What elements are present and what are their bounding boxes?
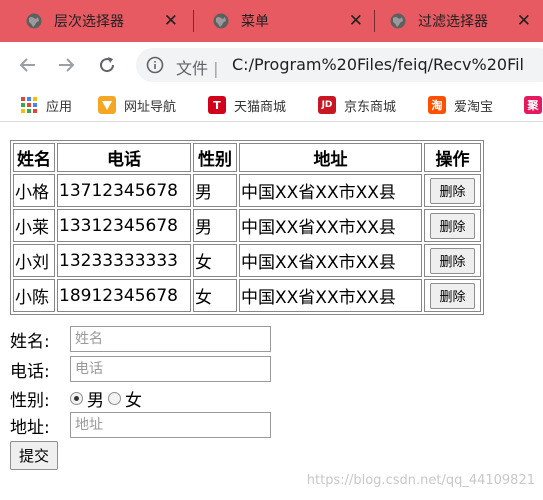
cell-name: 小格 (13, 174, 55, 207)
gender-female-label: 女 (125, 390, 142, 411)
back-button[interactable] (18, 55, 38, 75)
globe-icon (26, 13, 42, 29)
globe-icon (390, 13, 406, 29)
gender-male-radio[interactable] (70, 391, 83, 405)
cell-gender: 男 (193, 174, 237, 207)
form-row-name: 姓名: (10, 326, 271, 352)
cell-phone: 13312345678 (57, 209, 191, 242)
bookmark-label: 应用 (46, 99, 73, 115)
taobao-icon: 淘 (428, 96, 446, 114)
delete-button[interactable]: 删除 (430, 212, 475, 239)
tab-level-selector[interactable]: 层次选择器 ✕ (0, 0, 190, 42)
tmall-icon: T (208, 96, 226, 114)
cell-gender: 女 (193, 244, 237, 277)
table-row: 小陈 18912345678 女 中国XX省XX市XX县 删除 (13, 279, 481, 312)
bookmark-label: 爱淘宝 (454, 99, 494, 115)
cell-action: 删除 (424, 244, 481, 277)
cell-address: 中国XX省XX市XX县 (239, 244, 422, 277)
table-row: 小莱 13312345678 男 中国XX省XX市XX县 删除 (13, 209, 481, 242)
header-action: 操作 (424, 143, 481, 172)
phone-input[interactable] (70, 356, 271, 382)
gender-label: 性别: (10, 390, 50, 411)
reload-button[interactable] (97, 55, 117, 75)
info-icon[interactable] (146, 56, 164, 74)
submit-button[interactable]: 提交 (10, 441, 59, 470)
table-row: 小格 13712345678 男 中国XX省XX市XX县 删除 (13, 174, 481, 207)
name-label: 姓名: (10, 331, 50, 352)
header-address: 地址 (239, 143, 422, 172)
page-content: 姓名 电话 性别 地址 操作 小格 13712345678 男 中国XX省XX市… (0, 123, 543, 500)
user-table: 姓名 电话 性别 地址 操作 小格 13712345678 男 中国XX省XX市… (10, 140, 484, 315)
table-row: 小刘 13233333333 女 中国XX省XX市XX县 删除 (13, 244, 481, 277)
header-name: 姓名 (13, 143, 55, 172)
bookmark-label: 网址导航 (124, 99, 177, 115)
bookmark-taobao[interactable]: 淘 爱淘宝 (428, 94, 493, 116)
address-input[interactable] (70, 412, 271, 438)
apps-grid-icon (21, 97, 37, 113)
cell-address: 中国XX省XX市XX县 (239, 279, 422, 312)
header-phone: 电话 (57, 143, 191, 172)
bookmark-apps[interactable]: 应用 (20, 94, 72, 116)
forward-button[interactable] (56, 55, 76, 75)
phone-label: 电话: (10, 361, 50, 382)
jd-icon: JD (318, 96, 336, 114)
name-input[interactable] (70, 326, 271, 352)
nav-arrow-icon (98, 96, 116, 114)
tab-divider (374, 10, 375, 32)
gender-female-radio[interactable] (108, 391, 121, 405)
url-text[interactable]: C:/Program%20Files/feiq/Recv%20Fil (232, 55, 524, 74)
form-row-gender: 性别: 男 女 (10, 385, 142, 411)
close-icon[interactable]: ✕ (164, 11, 178, 31)
tab-filter-selector[interactable]: 过滤选择器 ✕ (376, 0, 543, 42)
cell-name: 小莱 (13, 209, 55, 242)
header-gender: 性别 (193, 143, 237, 172)
cell-name: 小陈 (13, 279, 55, 312)
address-label: 地址: (10, 417, 50, 438)
reload-icon (100, 57, 115, 73)
bookmark-jd[interactable]: JD 京东商城 (318, 94, 396, 116)
cell-action: 删除 (424, 209, 481, 242)
tab-strip: 层次选择器 ✕ 菜单 ✕ 过滤选择器 ✕ (0, 0, 543, 42)
bookmark-label: 京东商城 (344, 99, 397, 115)
back-arrow-icon (19, 58, 35, 72)
address-bar[interactable]: 文件 | C:/Program%20Files/feiq/Recv%20Fil (136, 48, 543, 82)
cell-phone: 13233333333 (57, 244, 191, 277)
close-icon[interactable]: ✕ (517, 11, 531, 31)
cell-gender: 男 (193, 209, 237, 242)
tab-title: 菜单 (241, 14, 269, 30)
cell-action: 删除 (424, 279, 481, 312)
ju-icon: 聚 (524, 96, 542, 114)
bookmark-web-nav[interactable]: 网址导航 (98, 94, 176, 116)
cell-action: 删除 (424, 174, 481, 207)
bookmark-tmall[interactable]: T 天猫商城 (208, 94, 286, 116)
cell-address: 中国XX省XX市XX县 (239, 209, 422, 242)
cell-phone: 18912345678 (57, 279, 191, 312)
bookmark-label: 天猫商城 (234, 99, 287, 115)
form-row-phone: 电话: (10, 356, 271, 382)
bookmarks-bar: 应用 网址导航 T 天猫商城 JD 京东商城 淘 爱淘宝 聚 (0, 88, 543, 122)
tab-title: 层次选择器 (54, 14, 124, 30)
bookmark-ju[interactable]: 聚 (524, 94, 543, 116)
globe-icon (213, 13, 229, 29)
cell-gender: 女 (193, 279, 237, 312)
navigation-bar: 文件 | C:/Program%20Files/feiq/Recv%20Fil (0, 42, 543, 88)
tab-menu[interactable]: 菜单 ✕ (195, 0, 375, 42)
form-row-address: 地址: (10, 412, 271, 438)
cell-phone: 13712345678 (57, 174, 191, 207)
table-header-row: 姓名 电话 性别 地址 操作 (13, 143, 481, 172)
delete-button[interactable]: 删除 (430, 282, 475, 309)
tab-divider (193, 10, 194, 32)
file-scheme-label: 文件 | (176, 59, 219, 78)
close-icon[interactable]: ✕ (349, 11, 363, 31)
cell-address: 中国XX省XX市XX县 (239, 174, 422, 207)
cell-name: 小刘 (13, 244, 55, 277)
delete-button[interactable]: 删除 (430, 177, 475, 204)
tab-title: 过滤选择器 (418, 14, 488, 30)
delete-button[interactable]: 删除 (430, 247, 475, 274)
gender-male-label: 男 (87, 390, 104, 411)
forward-arrow-icon (59, 58, 75, 72)
watermark: https://blog.csdn.net/qq_44109821 (306, 473, 535, 488)
